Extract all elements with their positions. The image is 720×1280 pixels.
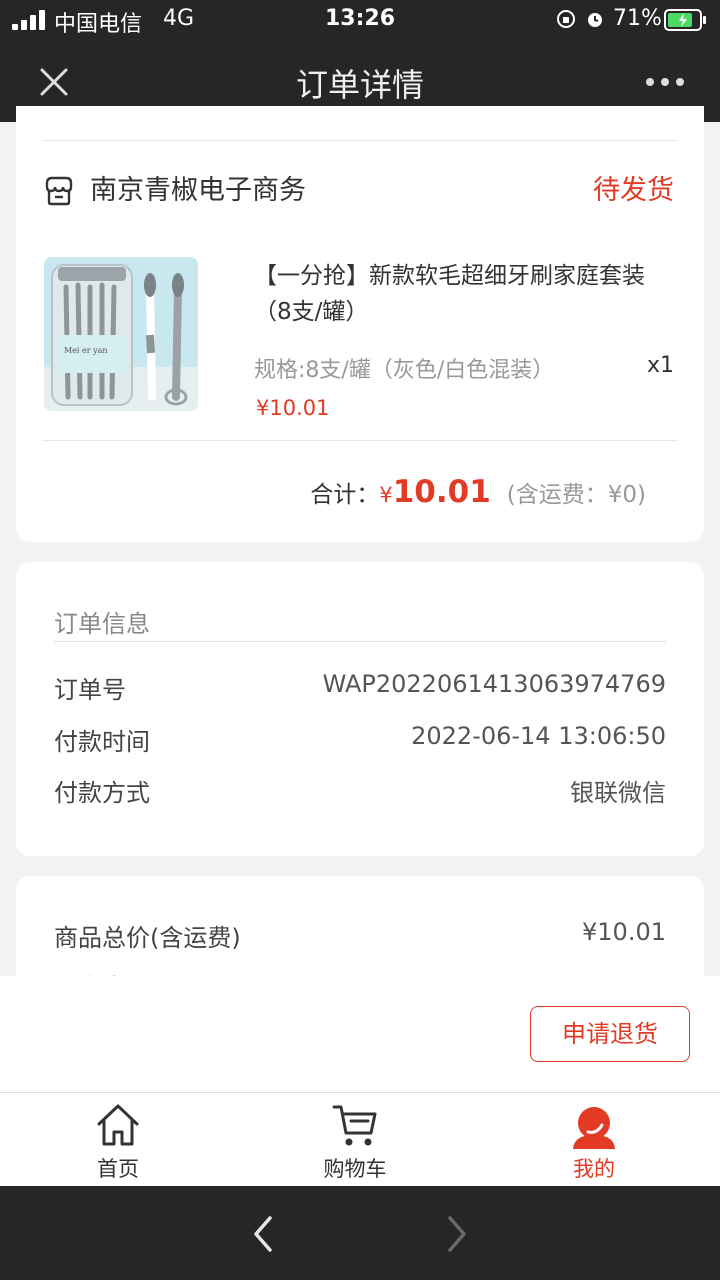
order-number-label: 订单号 <box>54 676 126 704</box>
tab-cart-label: 购物车 <box>323 1157 387 1181</box>
payment-time-label: 付款时间 <box>54 728 150 756</box>
product-title[interactable]: 【一分抢】新款软毛超细牙刷家庭套装（8支/罐） <box>254 258 674 330</box>
browser-toolbar <box>0 1186 720 1280</box>
cart-icon <box>332 1105 377 1146</box>
order-item-card: 南京青椒电子商务 待发货 Mei er yan 【一分抢】新款软毛超细牙刷家庭套… <box>16 106 704 542</box>
tab-cart[interactable]: 购物车 <box>285 1093 425 1187</box>
goods-total-label: 商品总价(含运费) <box>54 924 241 952</box>
total-amount: 10.01 <box>392 474 491 510</box>
product-image-label: Mei er yan <box>64 346 108 355</box>
tab-home[interactable]: 首页 <box>48 1093 188 1187</box>
apply-return-button[interactable]: 申请退货 <box>530 1006 690 1062</box>
tab-bar: 首页 购物车 我的 <box>0 1092 720 1186</box>
user-icon <box>573 1107 615 1149</box>
home-icon <box>97 1104 139 1146</box>
order-number-value[interactable]: WAP2022061413063974769 <box>323 670 666 698</box>
product-price: ¥10.01 <box>256 396 330 420</box>
total-label: 合计： <box>310 482 380 508</box>
battery-percent: 71% <box>613 6 662 31</box>
total-currency: ¥ <box>379 483 393 507</box>
store-name[interactable]: 南京青椒电子商务 <box>90 168 306 207</box>
product-quantity: x1 <box>646 353 674 378</box>
forward-arrow-icon[interactable] <box>440 1214 474 1254</box>
more-icon[interactable] <box>640 68 690 96</box>
shipping-fee: (含运费：¥0) <box>506 482 646 508</box>
order-info-title: 订单信息 <box>54 610 150 638</box>
battery-icon <box>664 9 706 31</box>
divider <box>42 140 678 141</box>
status-bar: 中国电信 4G 13:26 71% <box>0 0 720 40</box>
rotation-lock-icon <box>557 10 575 28</box>
product-image[interactable]: Mei er yan <box>44 257 198 411</box>
back-arrow-icon[interactable] <box>246 1214 280 1254</box>
action-bar: 申请退货 <box>0 976 720 1092</box>
tab-mine-label: 我的 <box>573 1157 615 1181</box>
tab-home-label: 首页 <box>97 1157 139 1181</box>
product-spec: 规格:8支/罐（灰色/白色混装） <box>254 358 555 383</box>
goods-total-value: ¥10.01 <box>582 918 666 946</box>
page-title: 订单详情 <box>295 66 424 104</box>
store-icon <box>45 176 73 206</box>
divider <box>42 440 678 441</box>
payment-method-value: 银联微信 <box>570 779 666 807</box>
order-total: 合计：¥10.01 (含运费：¥0) <box>310 474 646 510</box>
order-info-card: 订单信息 订单号 WAP2022061413063974769 付款时间 202… <box>16 562 704 856</box>
alarm-icon <box>588 13 602 27</box>
payment-time-value: 2022-06-14 13:06:50 <box>411 722 666 750</box>
order-status: 待发货 <box>593 175 674 206</box>
payment-method-label: 付款方式 <box>54 779 150 807</box>
clock: 13:26 <box>324 6 396 31</box>
divider <box>54 641 666 642</box>
tab-mine[interactable]: 我的 <box>524 1093 664 1187</box>
